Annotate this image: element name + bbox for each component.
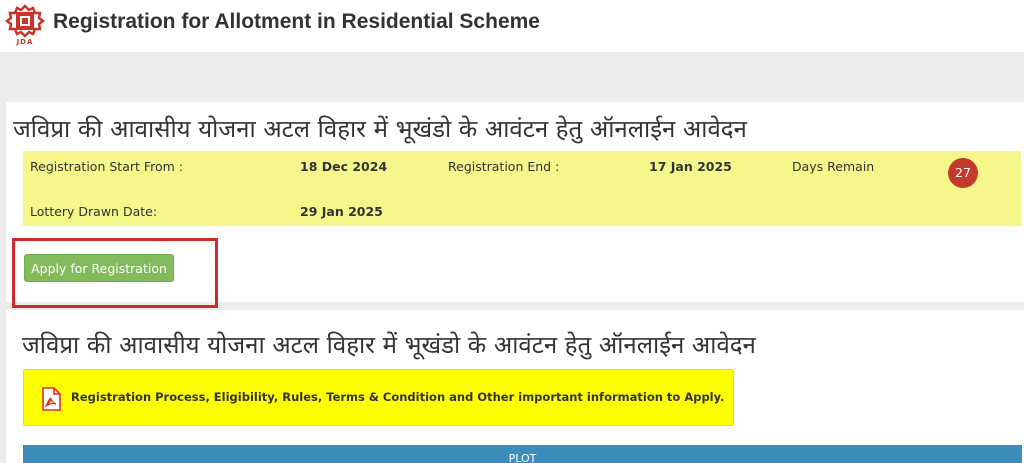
plot-tab-header[interactable]: PLOT (23, 445, 1022, 463)
notice-text: Registration Process, Eligibility, Rules… (71, 390, 725, 404)
registration-end-value: 17 Jan 2025 (649, 159, 732, 174)
site-header: JDA Registration for Allotment in Reside… (0, 0, 1024, 52)
site-title: Registration for Allotment in Residentia… (53, 10, 540, 33)
days-remain-label: Days Remain (792, 159, 875, 174)
lottery-date-label: Lottery Drawn Date: (30, 204, 158, 219)
logo-text: JDA (16, 38, 34, 46)
scheme-panel: जविप्रा की आवासीय योजना अटल विहार में भू… (6, 102, 1024, 308)
apply-for-registration-button[interactable]: Apply for Registration (24, 254, 174, 282)
information-notice-link[interactable]: Registration Process, Eligibility, Rules… (23, 369, 734, 426)
scheme-heading: जविप्रा की आवासीय योजना अटल विहार में भू… (13, 115, 747, 143)
pdf-icon (40, 387, 62, 411)
registration-start-label: Registration Start From : (30, 159, 184, 174)
lottery-date-value: 29 Jan 2025 (300, 204, 383, 219)
registration-end-label: Registration End : (448, 159, 560, 174)
details-heading: जविप्रा की आवासीय योजना अटल विहार में भू… (22, 331, 756, 359)
registration-info-box: Registration Start From : 18 Dec 2024 Re… (23, 151, 1021, 226)
registration-start-value: 18 Dec 2024 (300, 159, 388, 174)
details-section: जविप्रा की आवासीय योजना अटल विहार में भू… (6, 310, 1024, 463)
days-remain-badge: 27 (948, 158, 978, 188)
